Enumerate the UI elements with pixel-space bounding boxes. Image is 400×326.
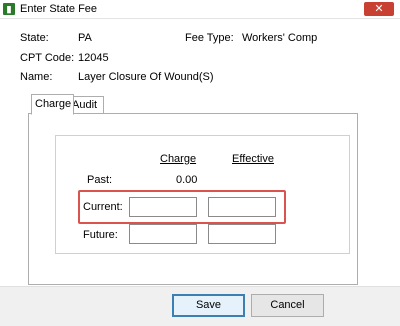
window-title: Enter State Fee [20, 3, 98, 15]
close-button[interactable]: ✕ [364, 2, 394, 16]
state-label: State: [20, 32, 49, 44]
past-label: Past: [87, 174, 113, 186]
current-label: Current: [83, 201, 123, 213]
close-icon: ✕ [374, 3, 384, 15]
tab-charge[interactable]: Charge [31, 94, 74, 115]
fee-type-value: Workers' Comp [242, 32, 318, 44]
future-label: Future: [83, 229, 118, 241]
charge-column-header: Charge [160, 153, 197, 165]
fee-type-label: Fee Type: [185, 32, 234, 44]
past-charge-value: 0.00 [176, 174, 198, 186]
cpt-code-label: CPT Code: [20, 52, 75, 64]
app-logo-icon: ▮ [3, 3, 15, 15]
current-effective-input[interactable] [208, 197, 276, 217]
future-charge-input[interactable] [129, 224, 197, 244]
save-button[interactable]: Save [172, 294, 245, 317]
state-value: PA [78, 32, 92, 44]
future-effective-input[interactable] [208, 224, 276, 244]
cancel-button[interactable]: Cancel [251, 294, 324, 317]
name-label: Name: [20, 71, 53, 83]
current-charge-input[interactable] [129, 197, 197, 217]
title-bar: ▮ Enter State Fee ✕ [0, 0, 400, 19]
effective-column-header: Effective [232, 153, 274, 165]
cpt-code-value: 12045 [78, 52, 109, 64]
name-value: Layer Closure Of Wound(S) [78, 71, 214, 83]
